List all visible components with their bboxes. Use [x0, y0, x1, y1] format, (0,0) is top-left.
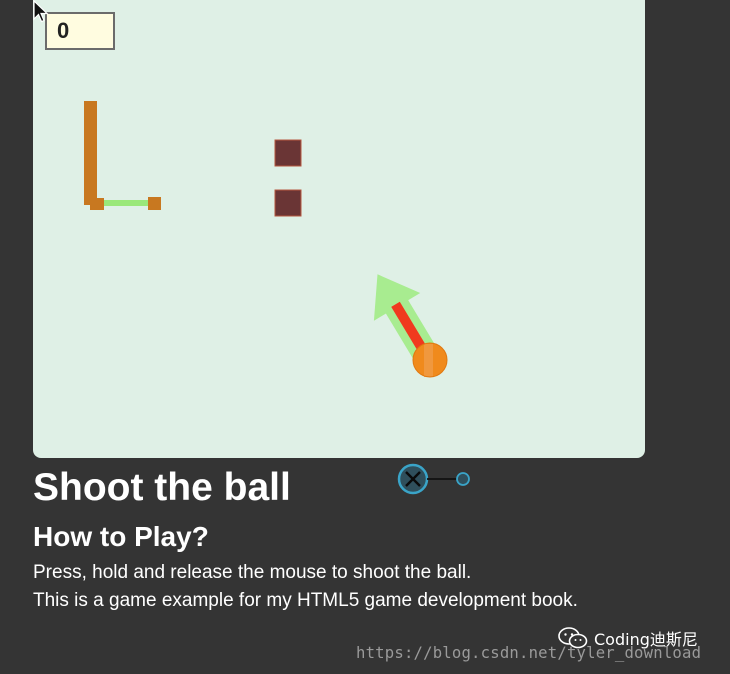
block-top: [274, 139, 302, 167]
ball: [412, 342, 448, 378]
game-scene: [84, 101, 448, 378]
watermark-url: https://blog.csdn.net/tyler_download: [356, 644, 702, 662]
wall-link: [104, 200, 149, 206]
close-slider-widget[interactable]: [396, 462, 476, 496]
close-circle-icon[interactable]: [397, 463, 429, 495]
wall-foot-right: [148, 197, 161, 210]
wall-vertical: [84, 101, 97, 205]
instructions-text: Press, hold and release the mouse to sho…: [33, 562, 472, 583]
wall-foot-left: [90, 198, 104, 210]
score-display: 0: [45, 12, 115, 50]
book-note-text: This is a game example for my HTML5 game…: [33, 590, 578, 611]
game-canvas[interactable]: 0: [33, 0, 645, 458]
mouse-pointer-icon: [33, 0, 49, 23]
how-to-play-heading: How to Play?: [33, 521, 209, 552]
block-bottom: [274, 189, 302, 217]
page: 0 Shoot the ball How to Play? Press, hol…: [0, 0, 730, 674]
slider-handle[interactable]: [456, 472, 470, 486]
page-title: Shoot the ball: [33, 466, 291, 509]
